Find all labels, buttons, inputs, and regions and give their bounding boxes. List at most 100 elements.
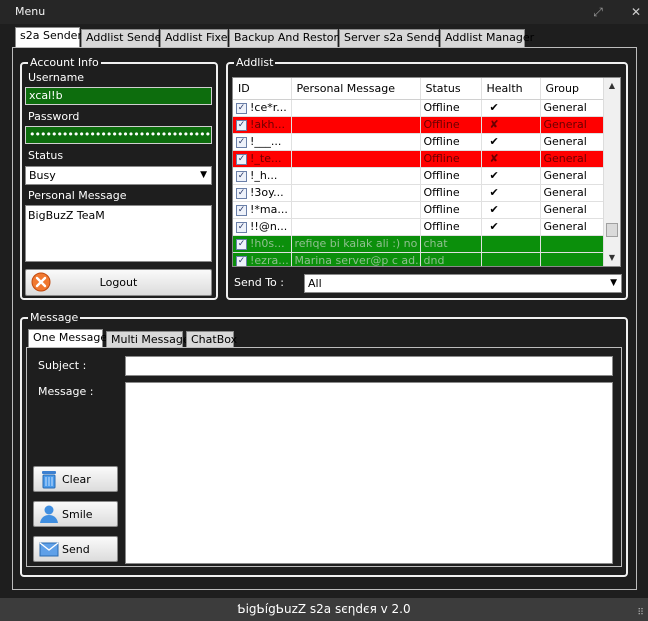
cell-personal-message [291,150,421,168]
table-row[interactable]: ✓ !akh... Offline ✘ General [233,116,604,134]
cell-id-text: !___... [250,135,282,148]
message-label: Message : [38,385,94,398]
cell-status: Offline [420,218,482,236]
cell-health: ✘ [481,150,541,168]
scroll-down-icon[interactable]: ▼ [604,250,620,266]
send-to-label: Send To : [234,276,284,289]
cell-status: Offline [420,133,482,151]
cell-id: ✓ !*ma... [233,201,292,219]
footer-title: ƄigƄígƄuzZ s2a sєηdєя v 2.0 [237,602,411,616]
cell-health: ✔ [481,201,541,219]
send-button[interactable]: Send [33,536,118,562]
cell-health [481,235,541,253]
cell-personal-message [291,133,421,151]
column-header-id[interactable]: ID [233,78,292,100]
cell-health: ✔ [481,218,541,236]
table-row[interactable]: ✓ !_h... Offline ✔ General [233,167,604,185]
cell-status: Offline [420,150,482,168]
addlist-grid[interactable]: ID Personal Message Status Health Group … [232,77,621,267]
row-checkbox[interactable]: ✓ [236,238,247,250]
tab-server-s2a-sender[interactable]: Server s2a Sender [339,29,446,47]
send-to-select[interactable]: All ▼ [304,274,622,293]
row-checkbox[interactable]: ✓ [236,119,247,131]
cell-id-text: !3oy... [250,186,284,199]
column-header-status[interactable]: Status [420,78,482,100]
smile-button-label: Smile [62,508,93,521]
table-row[interactable]: ✓ !ce*r... Offline ✔ General [233,99,604,117]
password-field[interactable]: ••••••••••••••••••••••••••••••••••••••••… [25,126,212,144]
cell-group: General [540,150,604,168]
table-row[interactable]: ✓ !*ma... Offline ✔ General [233,201,604,219]
row-checkbox[interactable]: ✓ [236,170,247,182]
cell-id: ✓ !!@n... [233,218,292,236]
table-row[interactable]: ✓ !!@n... Offline ✔ General [233,218,604,236]
cell-personal-message [291,99,421,117]
cell-personal-message [291,167,421,185]
table-row[interactable]: ✓ !ezra... Marina server@p c ad... dnd [233,252,604,266]
scroll-up-icon[interactable]: ▲ [604,78,620,94]
cell-health: ✔ [481,167,541,185]
row-checkbox[interactable]: ✓ [236,204,247,216]
password-label: Password [28,110,80,123]
cell-status: Offline [420,99,482,117]
tab-backup-and-restore[interactable]: Backup And Restore [229,29,345,47]
tab-addlist-sender[interactable]: Addlist Sender [81,29,166,47]
tab-one-message[interactable]: One Message [28,329,107,348]
cell-health: ✘ [481,116,541,134]
table-row[interactable]: ✓ !3oy... Offline ✔ General [233,184,604,202]
clear-button[interactable]: Clear [33,466,118,492]
cell-health: ✔ [481,133,541,151]
row-checkbox[interactable]: ✓ [236,102,247,114]
logout-button[interactable]: Logout [25,269,212,296]
cell-health: ✔ [481,99,541,117]
table-row[interactable]: ✓ !_te... Offline ✘ General [233,150,604,168]
cell-health [481,252,541,266]
close-icon[interactable]: ✕ [628,4,644,20]
username-label: Username [28,71,85,84]
table-row[interactable]: ✓ !h0s... refiqe bi kalak ali :) no ... cha… [233,235,604,253]
cell-status: dnd [420,252,482,266]
column-header-health[interactable]: Health [481,78,541,100]
row-checkbox[interactable]: ✓ [236,255,247,266]
cell-personal-message [291,116,421,134]
tab-addlist-fixer[interactable]: Addlist Fixer [160,29,232,47]
column-header-personal-message[interactable]: Personal Message [291,78,421,100]
title-bar: Menu ⤢ ✕ [0,0,648,24]
chevron-down-icon: ▼ [610,278,617,288]
restore-icon[interactable]: ⤢ [590,4,606,20]
status-select-value: Busy [29,169,56,182]
tab-addlist-manager[interactable]: Addlist Manager [440,29,534,47]
row-checkbox[interactable]: ✓ [236,221,247,233]
resize-grip-icon[interactable]: ⠿ [637,602,644,621]
message-textarea[interactable] [125,382,613,564]
subject-label: Subject : [38,359,87,372]
trash-icon [42,471,56,489]
username-field[interactable]: xcal!b [25,87,212,105]
cell-group [540,235,604,253]
smile-button[interactable]: Smile [33,501,118,527]
table-row[interactable]: ✓ !___... Offline ✔ General [233,133,604,151]
cell-status: Offline [420,184,482,202]
addlist-table: ID Personal Message Status Health Group … [233,78,604,266]
row-checkbox[interactable]: ✓ [236,153,247,165]
personal-message-label: Personal Message [28,189,127,202]
row-checkbox[interactable]: ✓ [236,187,247,199]
cell-health: ✔ [481,184,541,202]
envelope-icon [39,542,59,557]
logout-button-label: Logout [99,276,138,289]
row-checkbox[interactable]: ✓ [236,136,247,148]
tab-s2a-sender[interactable]: s2a Sender [15,27,82,47]
subject-input[interactable] [125,356,613,376]
cell-group: General [540,184,604,202]
column-header-group[interactable]: Group [540,78,604,100]
scroll-thumb[interactable] [606,223,618,237]
personal-message-field[interactable]: BigBuzZ TeaM [25,205,212,262]
cell-id: ✓ !_te... [233,150,292,168]
cell-group: General [540,116,604,134]
cell-id-text: !akh... [250,118,285,131]
addlist-scrollbar[interactable]: ▲ ▼ [603,78,620,266]
status-select[interactable]: Busy ▼ [25,166,212,185]
message-legend: Message [28,311,81,325]
send-to-value: All [308,277,322,290]
cell-status: Offline [420,167,482,185]
